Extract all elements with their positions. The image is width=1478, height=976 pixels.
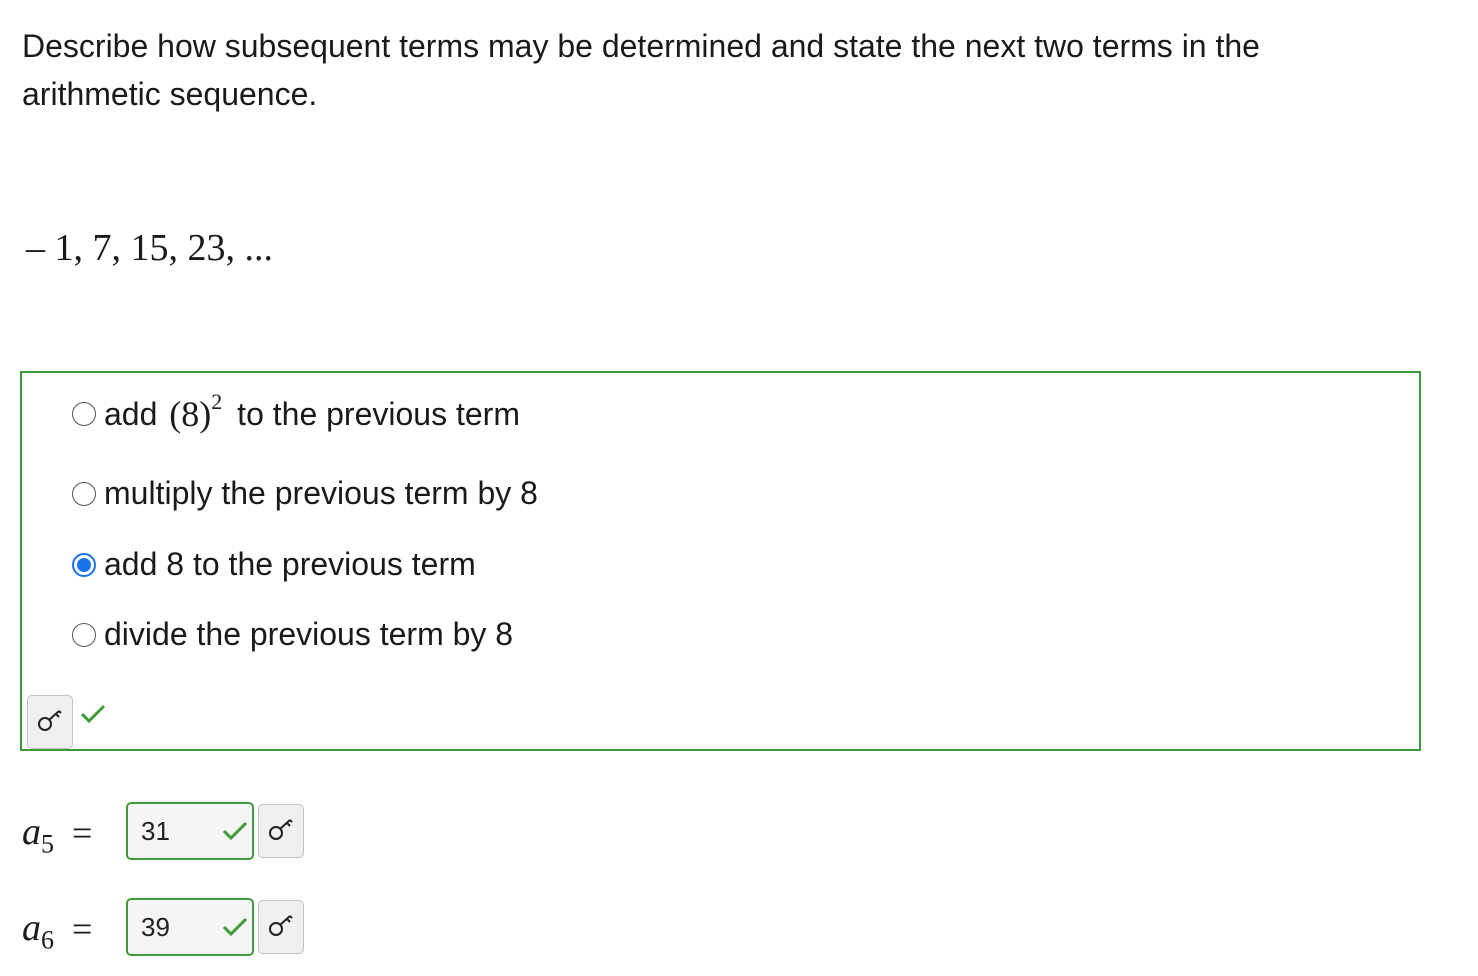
radio-icon[interactable]	[72, 481, 96, 506]
check-icon	[222, 820, 248, 842]
choice-1-math-exponent: 2	[211, 389, 223, 414]
choice-2-label: multiply the previous term by 8	[104, 475, 538, 511]
choice-option-4[interactable]: divide the previous term by 8	[72, 616, 513, 653]
answer-a5-key-button[interactable]	[258, 804, 304, 858]
choice-1-suffix: to the previous term	[228, 395, 520, 432]
sequence-display: – 1, 7, 15, 23, ...	[26, 227, 273, 269]
choice-option-3[interactable]: add 8 to the previous term	[72, 546, 476, 583]
multiple-choice-group: add (8)2 to the previous term multiply t…	[20, 371, 1421, 751]
key-icon	[36, 707, 64, 738]
answer-a6-key-button[interactable]	[258, 900, 304, 954]
answer-a5-field[interactable]: 31	[126, 802, 254, 860]
choice-3-label: add 8 to the previous term	[104, 546, 476, 582]
choice-1-math: (8)2	[166, 389, 222, 435]
variable-a6-letter: a	[22, 907, 41, 949]
key-icon	[267, 816, 295, 847]
choice-1-math-base: (8)	[169, 394, 212, 434]
key-icon	[267, 912, 295, 943]
answer-a6-value[interactable]: 39	[141, 912, 170, 943]
answer-a6-field[interactable]: 39	[126, 898, 254, 956]
equals-sign-a6: =	[72, 909, 93, 949]
radio-icon[interactable]	[72, 622, 96, 647]
variable-a6-subscript: 6	[41, 925, 54, 955]
variable-a6: a6	[22, 906, 54, 956]
question-text: Describe how subsequent terms may be det…	[22, 28, 1260, 112]
radio-icon[interactable]	[72, 402, 96, 426]
choice-option-1[interactable]: add (8)2 to the previous term	[72, 389, 520, 435]
choice-1-prefix: add	[104, 395, 167, 432]
equals-sign-a5: =	[72, 813, 93, 853]
answer-a5-value[interactable]: 31	[141, 816, 170, 847]
variable-a5-letter: a	[22, 811, 41, 853]
variable-a5: a5	[22, 810, 54, 860]
check-icon	[80, 703, 106, 725]
radio-selected-icon[interactable]	[72, 552, 96, 577]
show-answer-key-button[interactable]	[27, 695, 73, 749]
choice-option-2[interactable]: multiply the previous term by 8	[72, 475, 538, 512]
choice-4-label: divide the previous term by 8	[104, 616, 514, 652]
variable-a5-subscript: 5	[41, 829, 54, 859]
check-icon	[222, 916, 248, 938]
